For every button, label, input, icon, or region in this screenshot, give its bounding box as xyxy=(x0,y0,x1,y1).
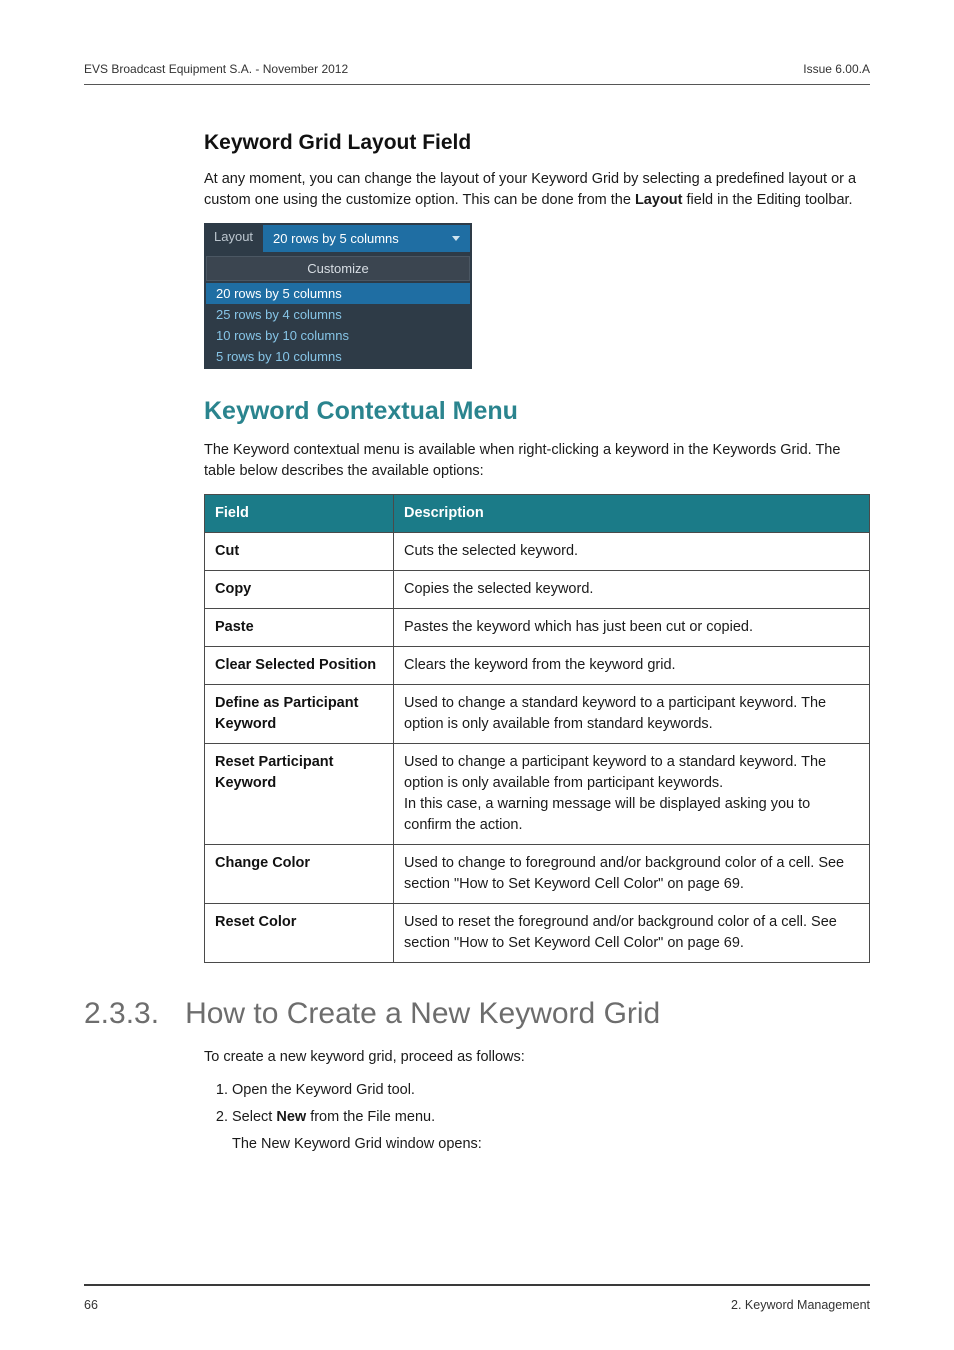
footer-rule xyxy=(84,1284,870,1286)
layout-option[interactable]: 5 rows by 10 columns xyxy=(206,346,470,367)
text: field in the Editing toolbar. xyxy=(682,192,852,208)
section-heading-row: 2.3.3. How to Create a New Keyword Grid xyxy=(84,997,870,1031)
cell-desc: Cuts the selected keyword. xyxy=(394,533,870,571)
cell-field: Reset Participant Keyword xyxy=(205,744,394,845)
context-menu-table: Field Description Cut Cuts the selected … xyxy=(204,494,870,963)
cell-field: Reset Color xyxy=(205,904,394,963)
layout-items: 20 rows by 5 columns 25 rows by 4 column… xyxy=(206,283,470,367)
cell-desc: Used to change to foreground and/or back… xyxy=(394,845,870,904)
cell-desc: Copies the selected keyword. xyxy=(394,571,870,609)
table-row: Cut Cuts the selected keyword. xyxy=(205,533,870,571)
table-row: Reset Color Used to reset the foreground… xyxy=(205,904,870,963)
cell-field: Copy xyxy=(205,571,394,609)
footer-chapter: 2. Keyword Management xyxy=(731,1298,870,1312)
step-text: from the File menu. xyxy=(306,1109,435,1125)
layout-selected[interactable]: 20 rows by 5 columns xyxy=(263,225,470,252)
table-row: Copy Copies the selected keyword. xyxy=(205,571,870,609)
heading-layout-field: Keyword Grid Layout Field xyxy=(204,131,870,155)
table-header-row: Field Description xyxy=(205,495,870,533)
header-rule xyxy=(84,84,870,85)
cell-field: Cut xyxy=(205,533,394,571)
paragraph-create-intro: To create a new keyword grid, proceed as… xyxy=(204,1047,870,1068)
running-left: EVS Broadcast Equipment S.A. - November … xyxy=(84,62,348,76)
layout-top-row: Layout 20 rows by 5 columns xyxy=(204,223,472,254)
step-text: Open the Keyword Grid tool. xyxy=(232,1082,415,1098)
layout-option[interactable]: 25 rows by 4 columns xyxy=(206,304,470,325)
paragraph-layout-intro: At any moment, you can change the layout… xyxy=(204,169,870,211)
paragraph-context-intro: The Keyword contextual menu is available… xyxy=(204,440,870,482)
step-text: Select xyxy=(232,1109,276,1125)
section-number: 2.3.3. xyxy=(84,997,159,1031)
table-row: Paste Pastes the keyword which has just … xyxy=(205,609,870,647)
running-right: Issue 6.00.A xyxy=(803,62,870,76)
table-row: Clear Selected Position Clears the keywo… xyxy=(205,647,870,685)
layout-label: Layout xyxy=(204,223,263,254)
cell-field: Paste xyxy=(205,609,394,647)
col-description: Description xyxy=(394,495,870,533)
footer: 66 2. Keyword Management xyxy=(84,1298,870,1312)
layout-dropdown: Layout 20 rows by 5 columns Customize 20… xyxy=(204,223,472,369)
cell-desc: Used to change a participant keyword to … xyxy=(394,744,870,845)
section-title: How to Create a New Keyword Grid xyxy=(185,997,660,1031)
cell-desc: Pastes the keyword which has just been c… xyxy=(394,609,870,647)
heading-contextual-menu: Keyword Contextual Menu xyxy=(204,397,870,426)
cell-field: Change Color xyxy=(205,845,394,904)
cell-field: Clear Selected Position xyxy=(205,647,394,685)
content: Keyword Grid Layout Field At any moment,… xyxy=(204,131,870,1155)
text-bold-layout: Layout xyxy=(635,192,683,208)
cell-desc: Used to reset the foreground and/or back… xyxy=(394,904,870,963)
page-number: 66 xyxy=(84,1298,98,1312)
chevron-down-icon xyxy=(452,236,460,241)
list-item: Select New from the File menu. xyxy=(232,1107,870,1128)
col-field: Field xyxy=(205,495,394,533)
layout-customize-option[interactable]: Customize xyxy=(206,256,470,281)
steps-list: Open the Keyword Grid tool. Select New f… xyxy=(204,1080,870,1128)
cell-field: Define as Participant Keyword xyxy=(205,685,394,744)
layout-list: Customize 20 rows by 5 columns 25 rows b… xyxy=(204,254,472,369)
list-item: Open the Keyword Grid tool. xyxy=(232,1080,870,1101)
page: EVS Broadcast Equipment S.A. - November … xyxy=(0,0,954,1350)
layout-selected-text: 20 rows by 5 columns xyxy=(273,231,399,246)
table-row: Change Color Used to change to foregroun… xyxy=(205,845,870,904)
text-bold-new: New xyxy=(276,1109,306,1125)
table-row: Reset Participant Keyword Used to change… xyxy=(205,744,870,845)
cell-desc: Clears the keyword from the keyword grid… xyxy=(394,647,870,685)
running-head: EVS Broadcast Equipment S.A. - November … xyxy=(84,62,870,76)
layout-option[interactable]: 20 rows by 5 columns xyxy=(206,283,470,304)
layout-option[interactable]: 10 rows by 10 columns xyxy=(206,325,470,346)
table-row: Define as Participant Keyword Used to ch… xyxy=(205,685,870,744)
cell-desc: Used to change a standard keyword to a p… xyxy=(394,685,870,744)
step-subtext: The New Keyword Grid window opens: xyxy=(232,1134,870,1155)
